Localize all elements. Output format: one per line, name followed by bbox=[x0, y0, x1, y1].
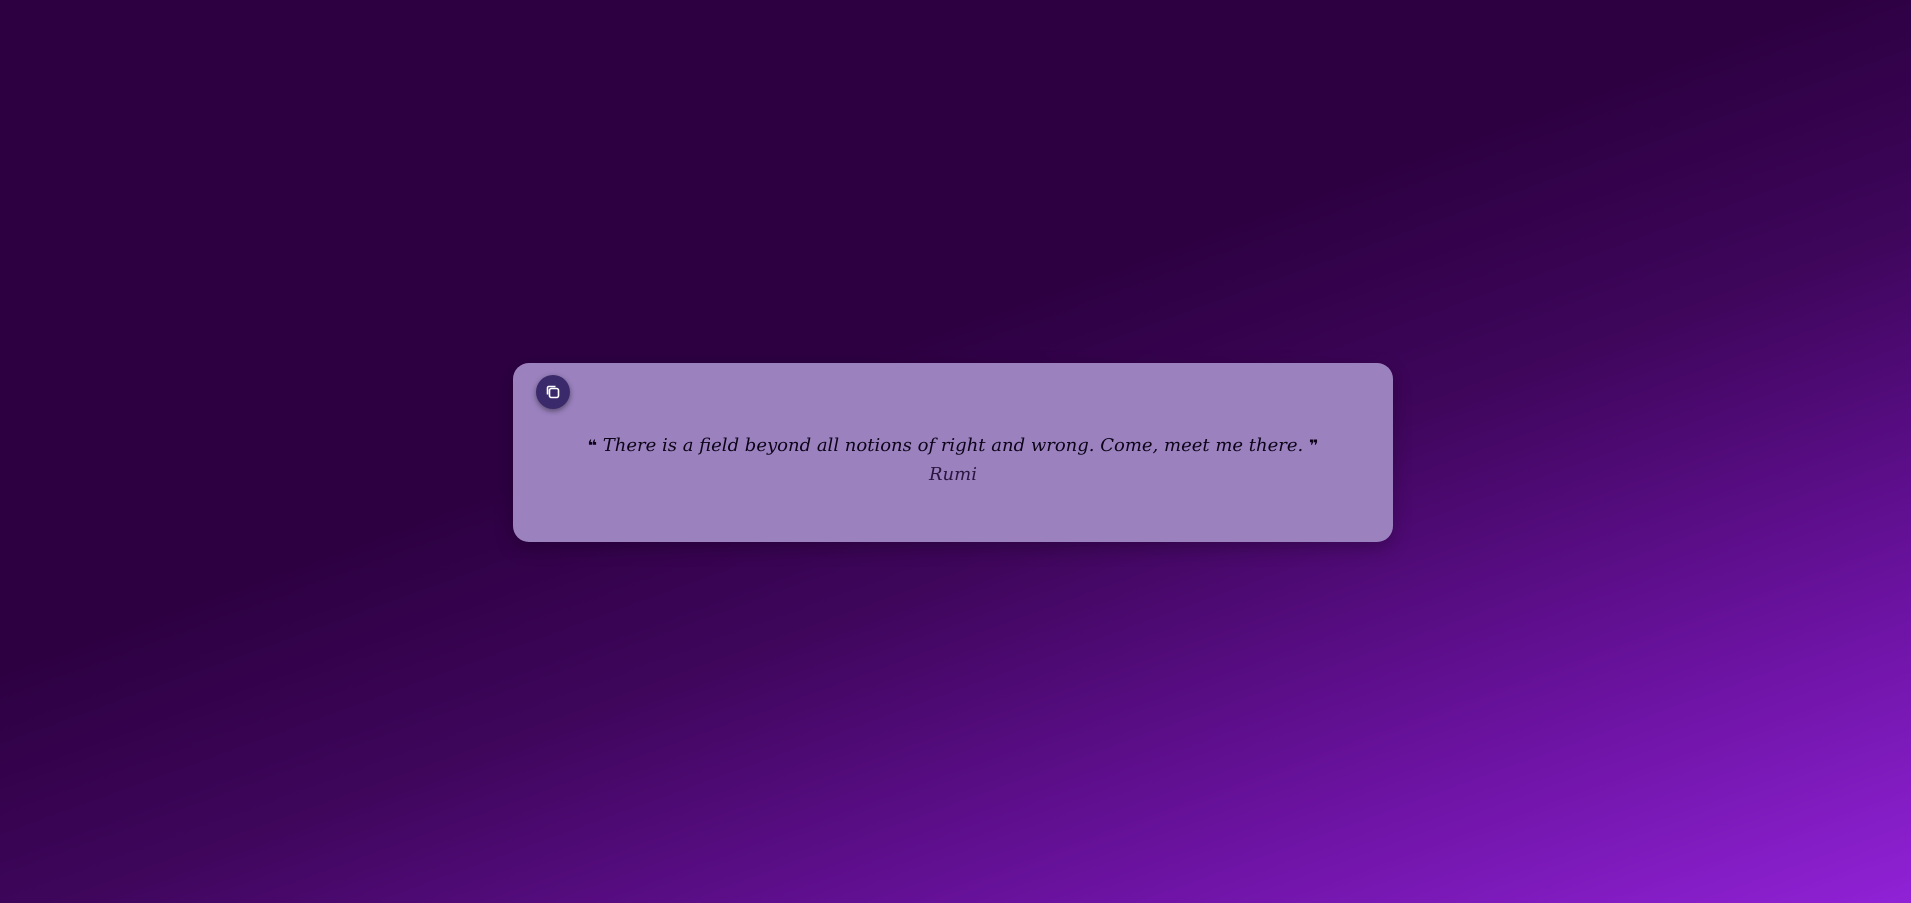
quote-author: Rumi bbox=[929, 464, 977, 485]
quote-card: ❝ There is a field beyond all notions of… bbox=[513, 363, 1393, 542]
close-quote-icon: ❞ bbox=[1308, 436, 1319, 455]
quote-text: There is a field beyond all notions of r… bbox=[602, 435, 1304, 456]
quote-line: ❝ There is a field beyond all notions of… bbox=[513, 433, 1393, 459]
open-quote-icon: ❝ bbox=[587, 436, 598, 455]
copy-button[interactable] bbox=[536, 375, 570, 409]
quote-block: ❝ There is a field beyond all notions of… bbox=[513, 433, 1393, 487]
copy-icon bbox=[544, 383, 562, 401]
page-background: { "quote_card": { "copy_icon": "copy-ico… bbox=[0, 0, 1911, 903]
